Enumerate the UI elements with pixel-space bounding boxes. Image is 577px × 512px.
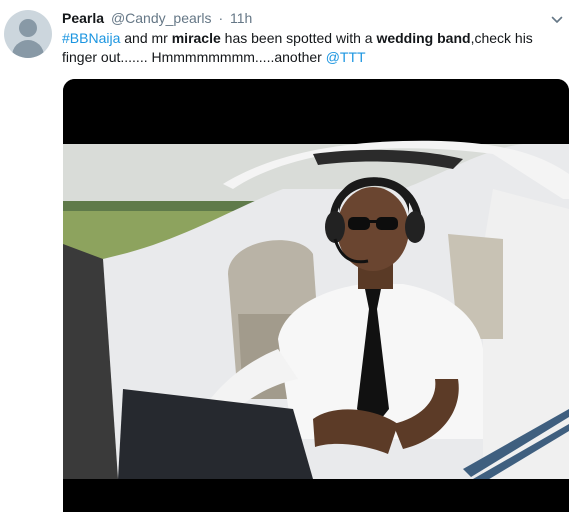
tweet-text-bold: miracle (171, 30, 221, 46)
tweet-photo[interactable] (63, 79, 569, 512)
tweet-header: Pearla @Candy_pearls · 11h (62, 9, 252, 27)
tweet-text-segment: and mr (120, 30, 172, 46)
author-name[interactable]: Pearla (62, 10, 104, 26)
avatar-body-shape (12, 40, 44, 58)
chevron-down-icon[interactable] (551, 13, 563, 25)
avatar[interactable] (4, 10, 52, 58)
tweet-text-bold: wedding band (376, 30, 471, 46)
avatar-head-shape (19, 19, 37, 37)
separator-dot: · (218, 10, 224, 26)
hashtag-link[interactable]: #BBNaija (62, 30, 120, 46)
tweet-text: #BBNaija and mr miracle has been spotted… (62, 29, 570, 67)
mention-link[interactable]: @TTT (326, 49, 366, 65)
tweet-text-segment: has been spotted with a (220, 30, 377, 46)
tweet: Pearla @Candy_pearls · 11h #BBNaija and … (0, 0, 577, 512)
author-handle[interactable]: @Candy_pearls (111, 10, 212, 26)
tweet-timestamp[interactable]: 11h (230, 10, 252, 26)
